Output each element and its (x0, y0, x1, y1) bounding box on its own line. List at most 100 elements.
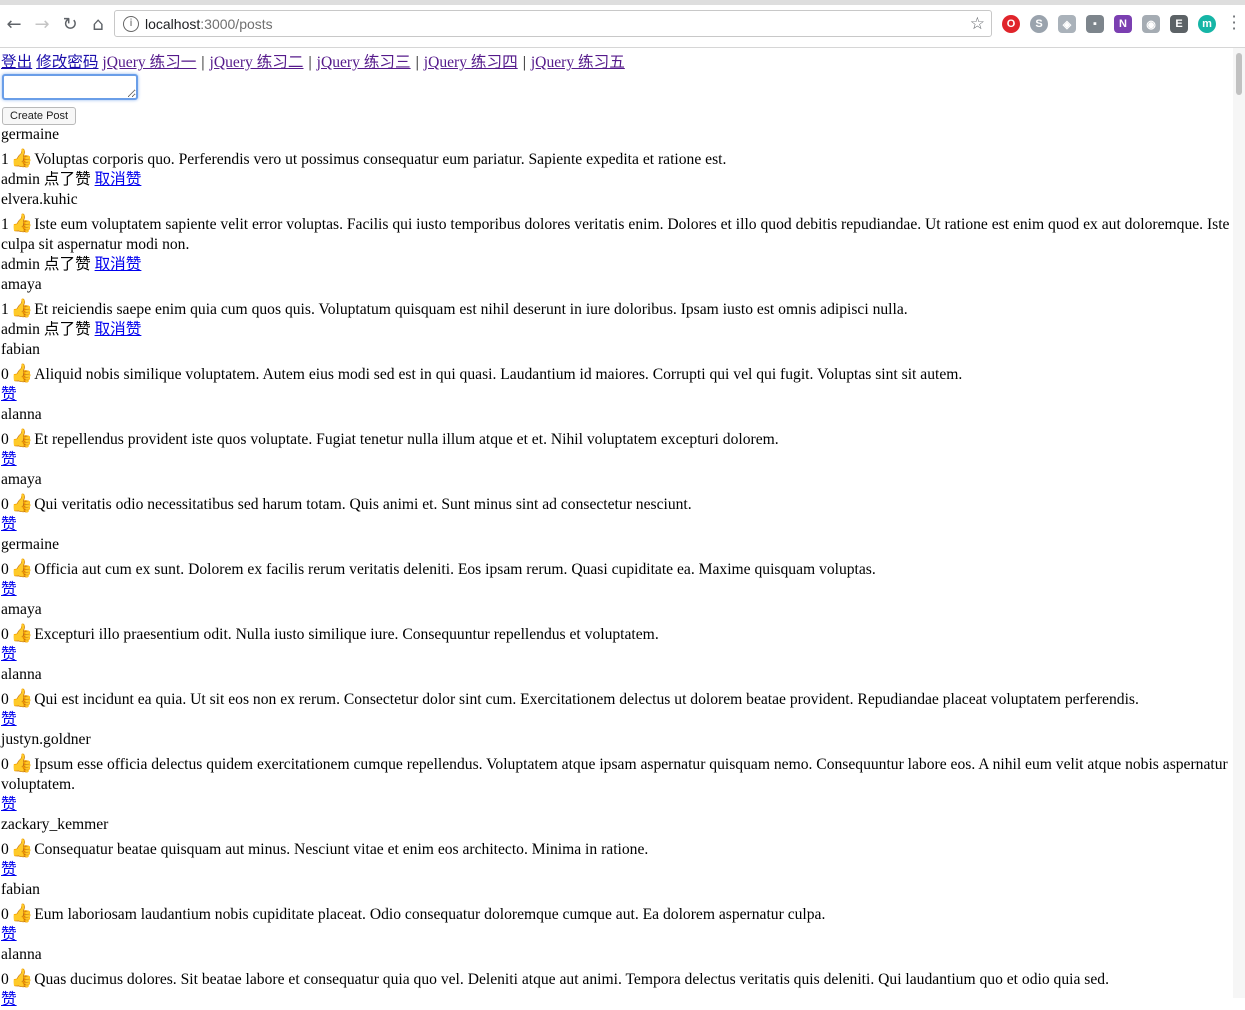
top-nav: 登出 修改密码 jQuery 练习一 | jQuery 练习二 | jQuery 练习三… (1, 53, 1231, 73)
nav-link-7[interactable]: jQuery 练习五 (531, 54, 625, 71)
nav-link-2[interactable]: 修改密码 (36, 54, 98, 71)
like-count: 1 (1, 216, 9, 233)
url-path: :3000/posts (200, 15, 273, 32)
nav-link-5[interactable]: jQuery 练习三 (317, 54, 411, 71)
browser-toolbar: ← → ↻ ⌂ i localhost:3000/posts ☆ O S ◈ ▪… (0, 6, 1245, 42)
thumbs-up-icon: 👍 (10, 968, 34, 989)
post-item: elvera.kuhic 1 👍Iste eum voluptatem sapien… (1, 190, 1231, 275)
liked-by-text: admin 点了赞 (1, 321, 91, 338)
like-link[interactable]: 赞 (1, 581, 17, 598)
address-bar[interactable]: i localhost:3000/posts ☆ (114, 10, 992, 37)
like-count: 0 (1, 971, 9, 988)
post-item: amaya 1 👍Et reiciendis saepe enim quia cum… (1, 275, 1231, 340)
nav-link-6[interactable]: jQuery 练习四 (424, 54, 518, 71)
like-count: 0 (1, 691, 9, 708)
like-link[interactable]: 赞 (1, 451, 17, 468)
post-author: alanna (1, 666, 42, 683)
tab-strip (0, 0, 1245, 5)
like-link[interactable]: 赞 (1, 861, 17, 878)
nav-link-4[interactable]: jQuery 练习二 (210, 54, 304, 71)
forward-icon[interactable]: → (28, 10, 56, 38)
like-link[interactable]: 赞 (1, 386, 17, 403)
post-body: Iste eum voluptatem sapiente velit error… (1, 216, 1230, 253)
post-body: Quas ducimus dolores. Sit beatae labore … (34, 971, 1109, 988)
liked-by-text: admin 点了赞 (1, 171, 91, 188)
evernote-icon[interactable]: E (1170, 15, 1188, 33)
post-author: amaya (1, 471, 42, 488)
post-item: justyn.goldner 0 👍Ipsum esse officia delec… (1, 730, 1231, 815)
scrollbar-thumb[interactable] (1236, 53, 1242, 95)
nav-link-3[interactable]: jQuery 练习一 (102, 54, 196, 71)
extension-icon[interactable]: ▪ (1086, 15, 1104, 33)
posts-page: 登出 修改密码 jQuery 练习一 | jQuery 练习二 | jQuery 练习三… (0, 53, 1231, 1010)
menu-icon[interactable]: · · · (1231, 9, 1237, 37)
create-post-button[interactable]: Create Post (2, 107, 77, 125)
post-body: Ipsum esse officia delectus quidem exerc… (1, 756, 1228, 793)
unlike-link[interactable]: 取消赞 (95, 171, 142, 188)
shield-icon[interactable]: ◈ (1058, 15, 1076, 33)
nav-separator: | (522, 54, 526, 71)
post-textarea[interactable] (2, 74, 138, 100)
url-host: localhost (145, 15, 201, 32)
post-author: amaya (1, 601, 42, 618)
post-body: Aliquid nobis similique voluptatem. Aute… (34, 366, 963, 383)
post-item: zackary_kemmer 0 👍Consequatur beatae quisq… (1, 815, 1231, 880)
like-count: 0 (1, 561, 9, 578)
opera-icon[interactable]: O (1002, 15, 1020, 33)
info-icon[interactable]: i (123, 15, 139, 32)
thumbs-up-icon: 👍 (10, 213, 34, 234)
like-count: 0 (1, 626, 9, 643)
like-link[interactable]: 赞 (1, 646, 17, 663)
like-link[interactable]: 赞 (1, 926, 17, 943)
like-count: 1 (1, 301, 9, 318)
profile-avatar-icon[interactable]: m (1198, 15, 1216, 33)
thumbs-up-icon: 👍 (10, 623, 34, 644)
skype-icon[interactable]: S (1030, 15, 1048, 33)
post-body: Voluptas corporis quo. Perferendis vero … (34, 151, 727, 168)
post-item: fabian 0 👍Aliquid nobis similique voluptat… (1, 340, 1231, 405)
post-item: germaine 1 👍Voluptas corporis quo. Perfere… (1, 125, 1231, 190)
camera-icon[interactable]: ◉ (1142, 15, 1160, 33)
like-link[interactable]: 赞 (1, 991, 17, 1008)
post-author: elvera.kuhic (1, 191, 78, 208)
post-body: Et repellendus provident iste quos volup… (34, 431, 779, 448)
thumbs-up-icon: 👍 (10, 753, 34, 774)
post-author: germaine (1, 126, 60, 143)
post-item: fabian 0 👍Eum laboriosam laudantium nobis … (1, 880, 1231, 945)
nav-separator: | (308, 54, 312, 71)
back-icon[interactable]: ← (0, 10, 28, 38)
post-list: germaine 1 👍Voluptas corporis quo. Perfere… (1, 125, 1231, 1010)
post-item: alanna 0 👍Qui est incidunt ea quia. Ut sit… (1, 665, 1231, 730)
post-body: Excepturi illo praesentium odit. Nulla i… (34, 626, 659, 643)
liked-by-text: admin 点了赞 (1, 256, 91, 273)
thumbs-up-icon: 👍 (10, 903, 34, 924)
like-link[interactable]: 赞 (1, 796, 17, 813)
like-link[interactable]: 赞 (1, 516, 17, 533)
like-count: 1 (1, 151, 9, 168)
post-item: germaine 0 👍Officia aut cum ex sunt. Dolor… (1, 535, 1231, 600)
bookmark-star-icon[interactable]: ☆ (970, 14, 985, 34)
thumbs-up-icon: 👍 (10, 428, 34, 449)
post-author: germaine (1, 536, 60, 553)
home-icon[interactable]: ⌂ (84, 10, 112, 38)
post-item: amaya 0 👍Excepturi illo praesentium odit. … (1, 600, 1231, 665)
like-count: 0 (1, 431, 9, 448)
post-body: Eum laboriosam laudantium nobis cupidita… (34, 906, 826, 923)
reload-icon[interactable]: ↻ (56, 10, 84, 38)
post-author: fabian (1, 881, 40, 898)
nav-separator: | (201, 54, 205, 71)
thumbs-up-icon: 👍 (10, 493, 34, 514)
post-body: Qui est incidunt ea quia. Ut sit eos non… (34, 691, 1139, 708)
unlike-link[interactable]: 取消赞 (95, 321, 142, 338)
post-author: justyn.goldner (1, 731, 91, 748)
thumbs-up-icon: 👍 (10, 148, 34, 169)
unlike-link[interactable]: 取消赞 (95, 256, 142, 273)
page-scrollbar[interactable] (1233, 48, 1245, 998)
like-count: 0 (1, 496, 9, 513)
post-author: alanna (1, 406, 42, 423)
onenote-icon[interactable]: N (1114, 15, 1132, 33)
like-link[interactable]: 赞 (1, 711, 17, 728)
post-author: amaya (1, 276, 42, 293)
post-author: zackary_kemmer (1, 816, 109, 833)
nav-link-1[interactable]: 登出 (1, 54, 32, 71)
